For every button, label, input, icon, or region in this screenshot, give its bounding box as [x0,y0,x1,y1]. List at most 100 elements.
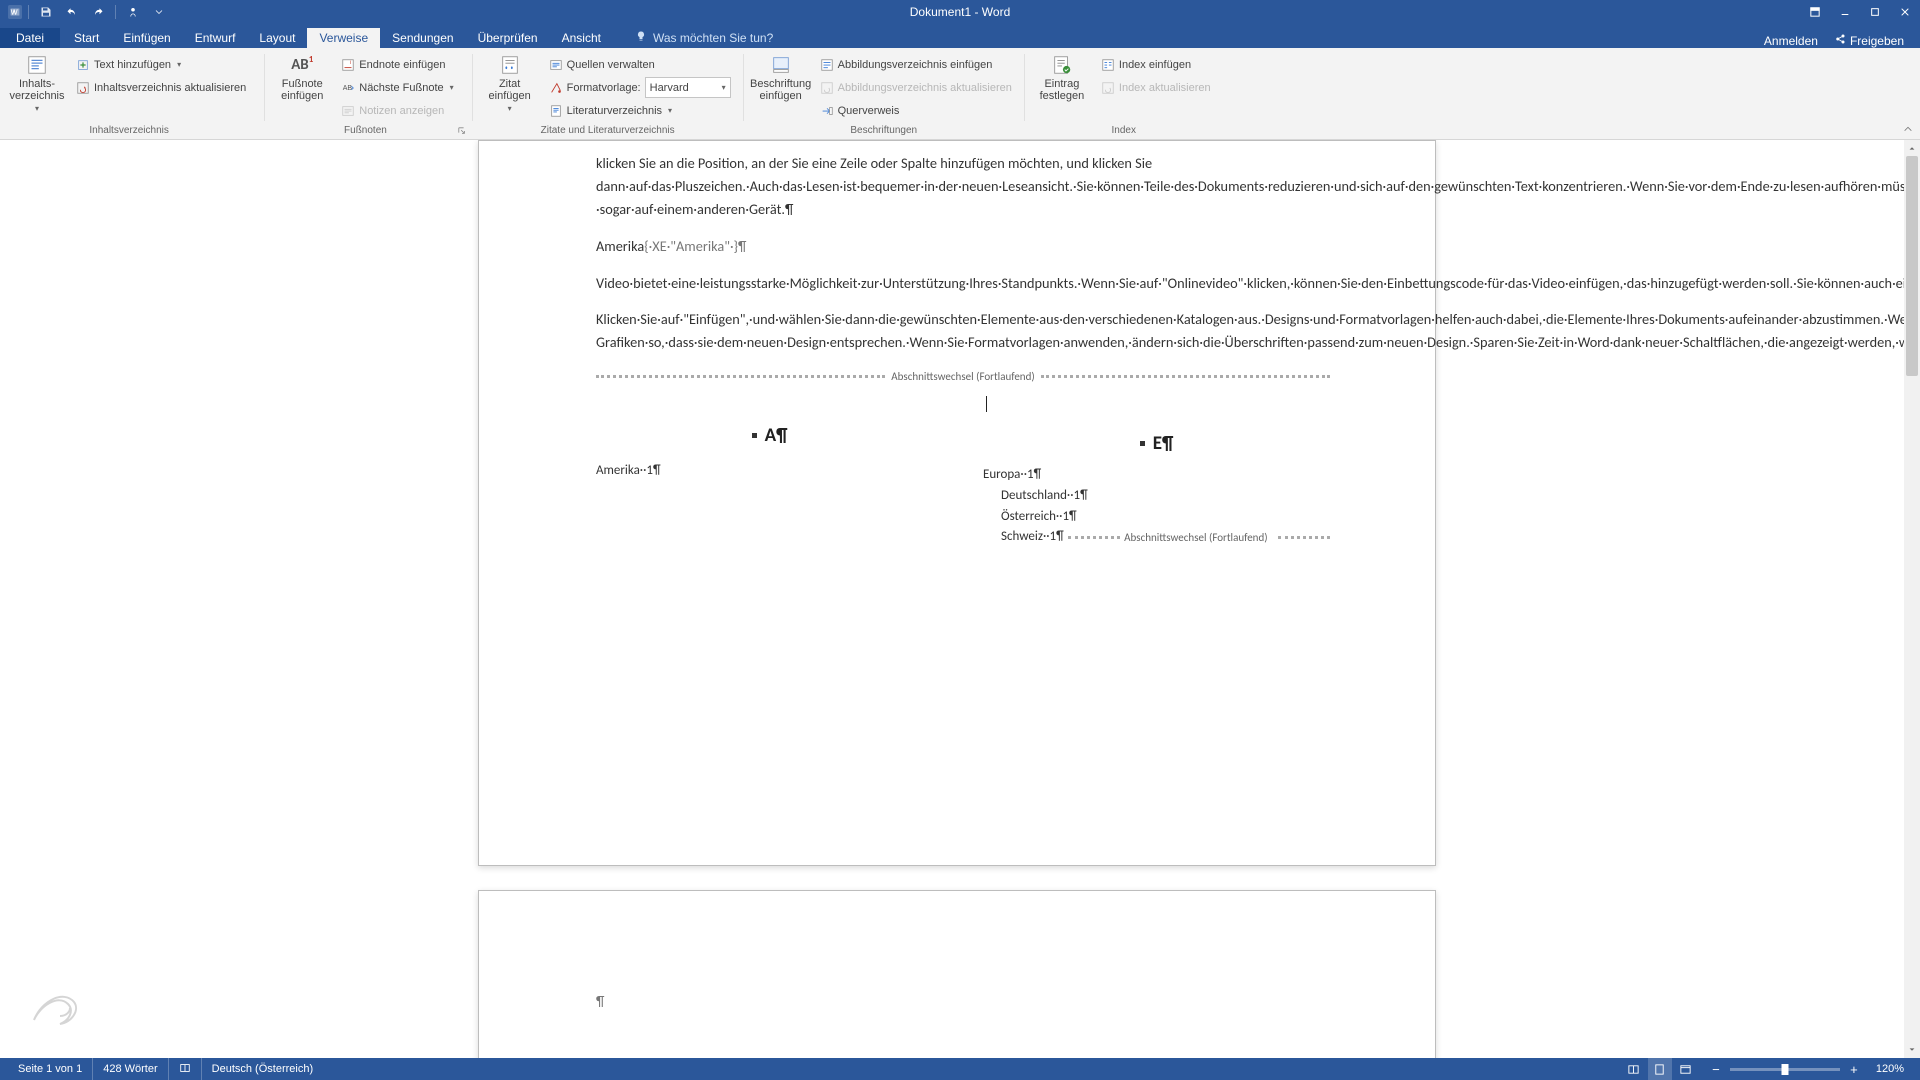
scroll-up-button[interactable] [1904,140,1920,156]
share-button[interactable]: Freigeben [1834,33,1904,48]
collapse-ribbon-button[interactable] [1900,121,1916,137]
toc-button[interactable]: Inhalts- verzeichnis ▾ [8,52,66,123]
paragraph[interactable]: klicken Sie an die Position, an der Sie … [596,152,1316,221]
group-citations: Zitat einfügen ▾ Quellen verwalten Forma… [473,48,743,139]
paragraph[interactable]: Klicken·Sie·auf·"Einfügen",·und·wählen·S… [596,308,1316,354]
zoom-in-button[interactable]: + [1846,1061,1862,1077]
update-tof-button: Abbildungsverzeichnis aktualisieren [816,77,1016,98]
scroll-down-button[interactable] [1904,1042,1920,1058]
refresh-icon [820,81,834,95]
status-proofing[interactable] [169,1058,202,1080]
citation-icon [499,54,521,76]
zoom-out-button[interactable]: − [1708,1061,1724,1077]
insert-endnote-button[interactable]: i Endnote einfügen [337,54,457,75]
insert-citation-label: Zitat einfügen [489,78,531,102]
chevron-down-icon: ▾ [668,106,672,115]
insert-caption-label: Beschriftung einfügen [750,78,811,102]
maximize-button[interactable] [1860,0,1890,24]
sign-in-link[interactable]: Anmelden [1764,34,1818,48]
window-title: Dokument1 - Word [910,5,1010,19]
next-footnote-icon: AB [341,81,355,95]
status-words[interactable]: 428 Wörter [93,1058,168,1080]
document-area[interactable]: klicken Sie an die Position, an der Sie … [0,140,1920,1058]
paragraph[interactable]: Video·bietet·eine·leistungsstarke·Möglic… [596,272,1316,295]
insert-tof-button[interactable]: Abbildungsverzeichnis einfügen [816,54,1016,75]
insert-citation-button[interactable]: Zitat einfügen ▾ [481,52,539,123]
insert-footnote-button[interactable]: AB1 Fußnote einfügen [273,52,331,123]
ribbon-tabs: Datei Start Einfügen Entwurf Layout Verw… [0,24,1920,48]
scroll-thumb[interactable] [1906,156,1918,376]
redo-button[interactable] [87,2,109,22]
bibliography-button[interactable]: Literaturverzeichnis ▾ [545,100,735,121]
group-toc-label: Inhaltsverzeichnis [8,123,250,139]
insert-index-button[interactable]: Index einfügen [1097,54,1215,75]
group-captions: Beschriftung einfügen Abbildungsverzeich… [744,48,1024,139]
add-text-icon [76,58,90,72]
text-cursor [986,396,987,412]
print-layout-button[interactable] [1648,1058,1672,1080]
tab-start[interactable]: Start [62,28,111,48]
manage-sources-label: Quellen verwalten [567,59,655,71]
bibliography-icon [549,104,563,118]
index-columns[interactable]: A¶ Amerika··1¶ E¶ Europa··1¶ Deutschland… [596,421,1330,549]
watermark-logo [24,970,96,1034]
close-button[interactable] [1890,0,1920,24]
touch-mode-button[interactable] [122,2,144,22]
share-icon [1834,33,1846,48]
insert-caption-button[interactable]: Beschriftung einfügen [752,52,810,123]
index-column-e[interactable]: E¶ Europa··1¶ Deutschland··1¶ Österreich… [983,421,1330,549]
ribbon-display-options-button[interactable] [1800,0,1830,24]
status-language[interactable]: Deutsch (Österreich) [202,1058,323,1080]
manage-sources-button[interactable]: Quellen verwalten [545,54,735,75]
zoom-slider[interactable] [1730,1068,1840,1071]
word-icon [8,5,22,19]
undo-button[interactable] [61,2,83,22]
next-footnote-button[interactable]: AB Nächste Fußnote ▾ [337,77,457,98]
quick-access-toolbar [0,2,170,22]
style-selector[interactable]: Formatvorlage: Harvard ▾ [545,77,735,98]
update-tof-label: Abbildungsverzeichnis aktualisieren [838,82,1012,94]
tell-me[interactable]: Was möchten Sie tun? [625,27,783,48]
read-mode-button[interactable] [1622,1058,1646,1080]
style-dropdown[interactable]: Harvard ▾ [645,77,731,98]
zoom-knob[interactable] [1781,1064,1788,1075]
add-text-button[interactable]: Text hinzufügen ▾ [72,54,250,75]
document-content[interactable]: klicken Sie an die Position, an der Sie … [596,140,1316,548]
chevron-down-icon: ▾ [508,104,512,113]
next-footnote-label: Nächste Fußnote [359,82,443,94]
chevron-down-icon: ▾ [177,60,181,69]
tab-layout[interactable]: Layout [247,28,307,48]
save-button[interactable] [35,2,57,22]
chevron-down-icon: ▾ [35,104,39,113]
page-2 [478,890,1436,1058]
tab-ansicht[interactable]: Ansicht [550,28,613,48]
crossref-button[interactable]: Querverweis [816,100,1016,121]
tab-sendungen[interactable]: Sendungen [380,28,465,48]
mark-entry-button[interactable]: Eintrag festlegen [1033,52,1091,123]
update-index-button: Index aktualisieren [1097,77,1215,98]
vertical-scrollbar[interactable] [1904,140,1920,1058]
show-notes-icon [341,104,355,118]
status-page[interactable]: Seite 1 von 1 [8,1058,93,1080]
page-2-content[interactable]: ¶ [596,992,604,1010]
section-break: Abschnittswechsel (Fortlaufend) [596,368,1330,386]
bibliography-label: Literaturverzeichnis [567,105,662,117]
zoom-level[interactable]: 120% [1868,1063,1912,1075]
paragraph-index-entry[interactable]: Amerika{·XE·"Amerika"·}¶ [596,235,1316,258]
tab-verweise[interactable]: Verweise [307,28,380,48]
footnote-icon: AB1 [291,54,313,76]
qat-customize-button[interactable] [148,2,170,22]
group-index: Eintrag festlegen Index einfügen Index a… [1025,48,1223,139]
tab-ueberpruefen[interactable]: Überprüfen [466,28,550,48]
tab-entwurf[interactable]: Entwurf [183,28,248,48]
index-column-a[interactable]: A¶ Amerika··1¶ [596,421,943,549]
tab-file[interactable]: Datei [0,28,60,48]
chevron-down-icon: ▾ [450,83,454,92]
minimize-button[interactable] [1830,0,1860,24]
group-footnotes: AB1 Fußnote einfügen i Endnote einfügen … [265,48,471,139]
toc-icon [26,54,48,76]
footnotes-dialog-launcher[interactable] [456,125,468,137]
update-toc-button[interactable]: Inhaltsverzeichnis aktualisieren [72,77,250,98]
web-layout-button[interactable] [1674,1058,1698,1080]
tab-einfuegen[interactable]: Einfügen [111,28,182,48]
